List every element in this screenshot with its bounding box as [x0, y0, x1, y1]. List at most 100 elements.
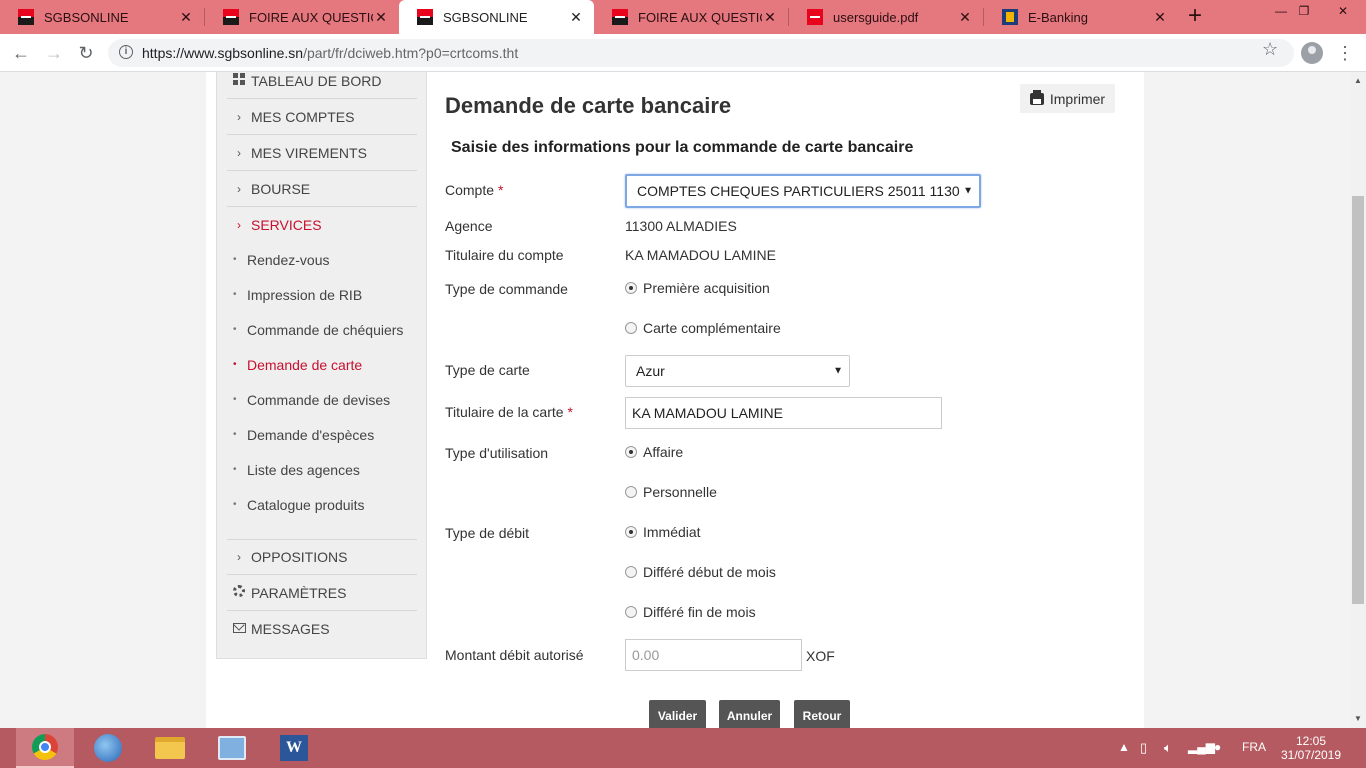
taskbar-chrome[interactable]: [16, 728, 74, 768]
radio-label: Affaire: [643, 444, 684, 460]
taskbar-explorer[interactable]: [141, 728, 199, 768]
debit-type-label: Type de débit: [445, 525, 530, 541]
order-type-label: Type de commande: [445, 281, 568, 297]
taskbar-network[interactable]: [203, 728, 261, 768]
debit-type-immediate[interactable]: Immédiat: [625, 522, 701, 542]
reload-icon[interactable]: ↻: [73, 40, 99, 66]
bookmark-star-icon[interactable]: ☆: [1262, 39, 1278, 60]
radio-checked[interactable]: [625, 526, 637, 538]
amount-label: Montant débit autorisé: [445, 647, 584, 663]
scroll-down-icon[interactable]: ▼: [1354, 714, 1362, 723]
tray-network-icon[interactable]: ▂▄▆: [1188, 740, 1215, 754]
word-icon: W: [280, 735, 308, 761]
scroll-up-icon[interactable]: ▲: [1354, 76, 1362, 85]
info-icon[interactable]: i: [119, 45, 133, 59]
back-button[interactable]: Retour: [794, 700, 850, 731]
required-marker: *: [498, 182, 504, 198]
usage-type-personal[interactable]: Personnelle: [625, 482, 717, 502]
taskbar-word[interactable]: W: [265, 728, 323, 768]
card-type-select[interactable]: Azur ▼: [625, 355, 850, 387]
ebanking-icon: [1002, 9, 1018, 25]
page-scrollbar[interactable]: ▲ ▼: [1350, 72, 1366, 728]
amount-input[interactable]: 0.00: [625, 639, 802, 671]
tray-chevron-up-icon[interactable]: ▲: [1118, 740, 1130, 754]
dropdown-caret-icon: ▼: [960, 185, 973, 197]
radio-unchecked[interactable]: [625, 606, 637, 618]
card-holder-label: Titulaire de la carte *: [445, 404, 573, 420]
clock-time: 12:05: [1295, 734, 1327, 748]
close-icon[interactable]: ✕: [957, 9, 973, 26]
forward-arrow-icon[interactable]: →: [41, 40, 67, 66]
tray-language[interactable]: FRA: [1242, 740, 1266, 754]
tray-notification-icon[interactable]: ●: [1214, 740, 1221, 754]
radio-unchecked[interactable]: [625, 566, 637, 578]
chrome-icon: [32, 734, 58, 760]
browser-tab[interactable]: SGBSONLINE ✕: [0, 0, 204, 34]
url-text: https://www.sgbsonline.sn/part/fr/dciweb…: [142, 45, 518, 61]
tab-title: SGBSONLINE: [44, 9, 129, 25]
browser-tab[interactable]: FOIRE AUX QUESTIONS ✕: [205, 0, 399, 34]
browser-tab[interactable]: usersguide.pdf ✕: [789, 0, 983, 34]
card-type-label: Type de carte: [445, 362, 530, 378]
sg-logo-icon: [18, 9, 34, 25]
close-icon[interactable]: ✕: [762, 9, 778, 26]
order-type-first-acquisition[interactable]: Première acquisition: [625, 278, 770, 298]
new-tab-icon[interactable]: +: [1188, 4, 1202, 28]
cancel-button[interactable]: Annuler: [719, 700, 780, 731]
close-icon[interactable]: ✕: [373, 9, 389, 26]
back-arrow-icon[interactable]: ←: [8, 40, 34, 66]
browser-tabstrip: SGBSONLINE ✕ FOIRE AUX QUESTIONS ✕ SGBSO…: [0, 0, 1366, 34]
radio-label: Première acquisition: [643, 280, 770, 296]
radio-unchecked[interactable]: [625, 322, 637, 334]
validate-button[interactable]: Valider: [649, 700, 706, 731]
account-label: Compte *: [445, 182, 503, 198]
account-holder-label: Titulaire du compte: [445, 247, 564, 263]
tray-battery-icon[interactable]: ▯: [1140, 740, 1147, 756]
menu-kebab-icon[interactable]: ⋮: [1336, 42, 1354, 64]
network-computer-icon: [218, 736, 246, 760]
card-holder-input[interactable]: KA MAMADOU LAMINE: [625, 397, 942, 429]
close-icon[interactable]: ✕: [568, 9, 584, 26]
radio-label: Immédiat: [643, 524, 701, 540]
clock-date: 31/07/2019: [1280, 748, 1342, 762]
browser-toolbar: ← → ↻ i https://www.sgbsonline.sn/part/f…: [0, 34, 1366, 72]
debit-type-deferred-end[interactable]: Différé fin de mois: [625, 602, 756, 622]
folder-icon: [155, 737, 185, 759]
radio-label: Carte complémentaire: [643, 320, 781, 336]
sg-logo-icon: [417, 9, 433, 25]
required-marker: *: [567, 404, 573, 420]
radio-checked[interactable]: [625, 282, 637, 294]
card-type-select-value: Azur: [636, 363, 665, 379]
usage-type-business[interactable]: Affaire: [625, 442, 683, 462]
tab-title: FOIRE AUX QUESTIONS: [249, 9, 373, 25]
sg-logo-icon: [223, 9, 239, 25]
browser-tab-active[interactable]: SGBSONLINE ✕: [399, 0, 594, 34]
radio-unchecked[interactable]: [625, 486, 637, 498]
section-title: Saisie des informations pour la commande…: [451, 139, 914, 156]
usage-type-label: Type d'utilisation: [445, 445, 549, 461]
profile-avatar-icon[interactable]: [1301, 42, 1323, 64]
sg-logo-icon: [612, 9, 628, 25]
scrollbar-thumb[interactable]: [1352, 196, 1364, 604]
radio-label: Différé début de mois: [643, 564, 776, 580]
debit-type-deferred-start[interactable]: Différé début de mois: [625, 562, 776, 582]
browser-tab[interactable]: E-Banking ✕: [984, 0, 1178, 34]
close-icon[interactable]: ✕: [178, 9, 194, 26]
window-close-icon[interactable]: ✕: [1320, 0, 1366, 24]
order-type-complementary[interactable]: Carte complémentaire: [625, 318, 781, 338]
url-path: /part/fr/dciweb.htm?p0=crtcoms.tht: [303, 45, 519, 61]
account-holder-value: KA MAMADOU LAMINE: [625, 247, 776, 263]
tab-title: usersguide.pdf: [833, 9, 919, 25]
tab-title: FOIRE AUX QUESTIONS: [638, 9, 762, 25]
agency-label: Agence: [445, 218, 493, 234]
mail-client-icon: [94, 734, 122, 762]
tray-clock[interactable]: 12:05 31/07/2019: [1278, 734, 1344, 762]
radio-label: Différé fin de mois: [643, 604, 756, 620]
browser-tab[interactable]: FOIRE AUX QUESTIONS ✕: [594, 0, 788, 34]
tray-speaker-icon[interactable]: 🔈︎: [1164, 740, 1172, 756]
taskbar-thunderbird[interactable]: [79, 728, 137, 768]
print-button[interactable]: Imprimer: [1020, 84, 1115, 113]
close-icon[interactable]: ✕: [1152, 9, 1168, 26]
radio-checked[interactable]: [625, 446, 637, 458]
account-select[interactable]: COMPTES CHEQUES PARTICULIERS 25011 11300…: [625, 174, 981, 208]
